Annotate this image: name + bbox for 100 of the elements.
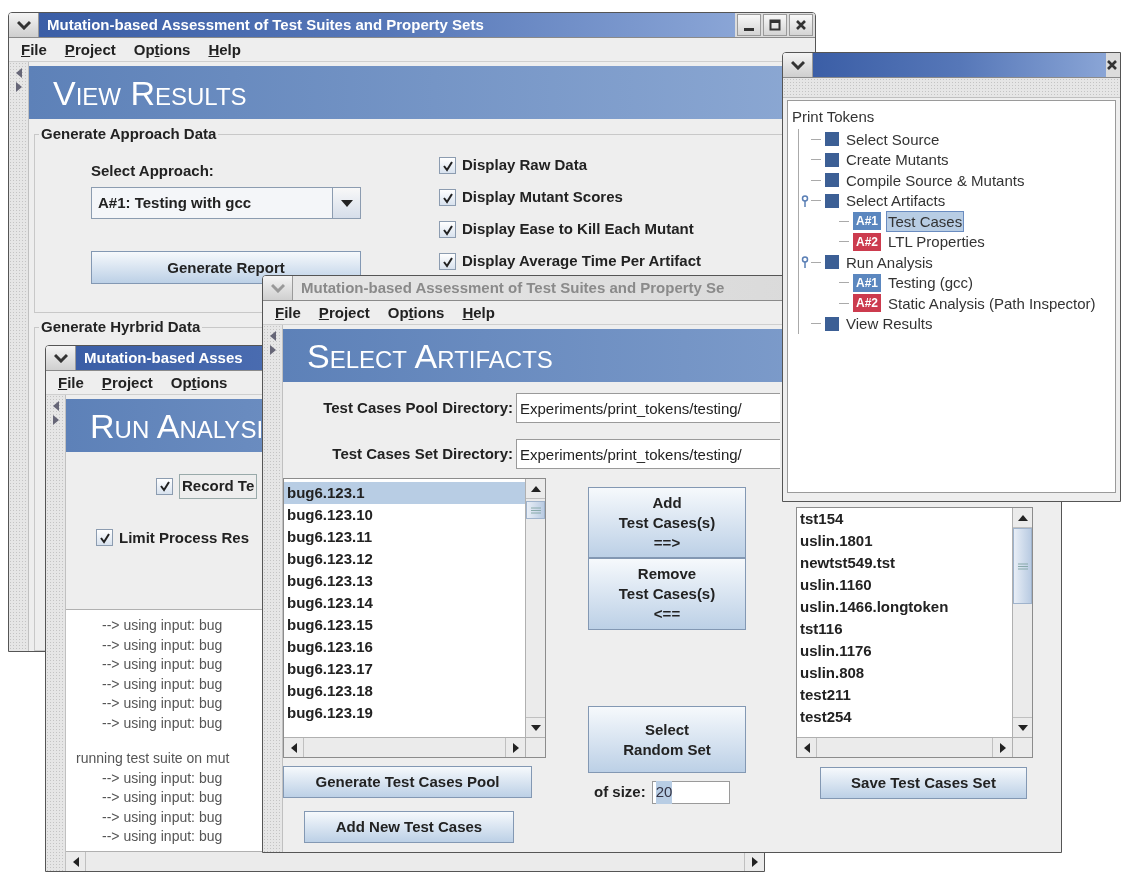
tree-item[interactable]: View Results: [844, 313, 935, 335]
collapse-arrow-icon[interactable]: [269, 331, 276, 341]
add-button[interactable]: Add Test Cases(s) ==>: [588, 487, 746, 558]
approach-badge: A#2: [853, 232, 881, 251]
tree-item[interactable]: Compile Source & Mutants: [844, 169, 1027, 191]
menu-item[interactable]: File: [275, 305, 301, 320]
list-item[interactable]: test211: [797, 684, 1012, 706]
save-set-button[interactable]: Save Test Cases Set: [820, 767, 1027, 799]
scroll-up-icon[interactable]: [1017, 514, 1028, 521]
expand-handle-icon[interactable]: [801, 194, 809, 207]
list-item[interactable]: test254: [797, 706, 1012, 728]
tree-item[interactable]: Create Mutants: [844, 149, 951, 171]
vertical-scrollbar[interactable]: [1012, 508, 1032, 737]
expand-arrow-icon[interactable]: [52, 415, 59, 425]
chevron-down-icon: [16, 20, 31, 30]
window-menu-button[interactable]: [46, 346, 76, 370]
expand-handle-icon[interactable]: [801, 256, 809, 269]
horizontal-scrollbar[interactable]: [284, 737, 525, 757]
menu-item[interactable]: File: [58, 375, 84, 390]
menu-item[interactable]: Options: [133, 42, 191, 57]
checkbox[interactable]: [439, 157, 456, 174]
close-icon[interactable]: [1106, 59, 1118, 71]
list-item[interactable]: uslin.808: [797, 662, 1012, 684]
list-item[interactable]: bug6.123.11: [284, 526, 525, 548]
group-title: Generate Approach Data: [40, 124, 218, 144]
list-item[interactable]: bug6.123.1: [284, 482, 525, 504]
checkbox[interactable]: [439, 189, 456, 206]
scroll-left-icon[interactable]: [803, 742, 810, 753]
list-item[interactable]: bug6.123.13: [284, 570, 525, 592]
list-item[interactable]: bug6.123.10: [284, 504, 525, 526]
menu-item[interactable]: Options: [387, 305, 445, 320]
horizontal-scrollbar[interactable]: [797, 737, 1012, 757]
scroll-left-icon[interactable]: [290, 742, 297, 753]
close-button[interactable]: [789, 14, 813, 36]
directory-field[interactable]: Experiments/print_tokens/testing/: [516, 393, 780, 423]
scroll-right-icon[interactable]: [999, 742, 1006, 753]
list-item[interactable]: bug6.123.16: [284, 636, 525, 658]
checkbox[interactable]: [439, 253, 456, 270]
list-item[interactable]: bug6.123.18: [284, 680, 525, 702]
checkbox[interactable]: [439, 221, 456, 238]
scroll-down-icon[interactable]: [530, 724, 541, 731]
menu-item[interactable]: Project: [318, 305, 370, 320]
menu-item[interactable]: Project: [64, 42, 116, 57]
checkbox[interactable]: [156, 477, 173, 495]
field-label: of size:: [594, 782, 646, 803]
expand-arrow-icon[interactable]: [15, 82, 22, 92]
scroll-right-icon[interactable]: [751, 856, 758, 867]
list-item[interactable]: bug6.123.14: [284, 592, 525, 614]
menu-item[interactable]: Help: [208, 42, 241, 57]
tree-item[interactable]: LTL Properties: [886, 231, 987, 253]
list-item[interactable]: newtst549.tst: [797, 552, 1012, 574]
list-item[interactable]: bug6.123.19: [284, 702, 525, 724]
window-menu-button[interactable]: [783, 53, 813, 77]
approach-dropdown[interactable]: A#1: Testing with gcc: [91, 187, 361, 219]
list-item[interactable]: uslin.1176: [797, 640, 1012, 662]
collapse-arrow-icon[interactable]: [15, 68, 22, 78]
scroll-right-icon[interactable]: [512, 742, 519, 753]
checkbox-label: Display Ease to Kill Each Mutant: [462, 219, 694, 240]
tree-root[interactable]: Print Tokens: [792, 108, 875, 125]
checkbox[interactable]: [96, 529, 113, 547]
checkbox-label: Display Average Time Per Artifact: [462, 251, 701, 272]
add-new-button[interactable]: Add New Test Cases: [304, 811, 514, 843]
minimize-button[interactable]: [737, 14, 761, 36]
tree-item[interactable]: Test Cases: [886, 210, 965, 232]
tree-item[interactable]: Select Artifacts: [844, 190, 948, 212]
square-icon: [825, 152, 839, 167]
list-item[interactable]: tst154: [797, 508, 1012, 530]
chevron-down-icon: [790, 60, 805, 70]
expand-arrow-icon[interactable]: [269, 345, 276, 355]
list-item[interactable]: bug6.123.12: [284, 548, 525, 570]
generate-pool-button[interactable]: Generate Test Cases Pool: [283, 766, 532, 798]
minimize-icon: [744, 27, 754, 31]
menu-item[interactable]: Help: [462, 305, 495, 320]
list-item[interactable]: uslin.1466.longtoken: [797, 596, 1012, 618]
list-item[interactable]: tst116: [797, 618, 1012, 640]
list-item[interactable]: bug6.123.17: [284, 658, 525, 680]
size-field[interactable]: 20: [651, 781, 730, 804]
maximize-button[interactable]: [763, 14, 787, 36]
menu-item[interactable]: Options: [170, 375, 228, 390]
random-set-button[interactable]: Select Random Set: [588, 706, 746, 773]
collapse-arrow-icon[interactable]: [52, 401, 59, 411]
window-menu-button[interactable]: [9, 13, 39, 37]
tree-item[interactable]: Static Analysis (Path Inspector): [886, 292, 1098, 314]
field-label: Test Cases Pool Directory:: [322, 397, 513, 418]
directory-field[interactable]: Experiments/print_tokens/testing/: [516, 439, 780, 469]
remove-button[interactable]: Remove Test Cases(s) <==: [588, 558, 746, 630]
tree-item[interactable]: Testing (gcc): [886, 272, 976, 294]
tree-item[interactable]: Select Source: [844, 128, 942, 150]
list-item[interactable]: bug6.123.15: [284, 614, 525, 636]
checkbox-label: Display Mutant Scores: [462, 187, 623, 208]
scroll-left-icon[interactable]: [72, 856, 79, 867]
scroll-down-icon[interactable]: [1017, 724, 1028, 731]
square-icon: [825, 132, 839, 147]
list-item[interactable]: uslin.1160: [797, 574, 1012, 596]
menu-item[interactable]: Project: [101, 375, 153, 390]
scroll-up-icon[interactable]: [530, 485, 541, 492]
menu-item[interactable]: File: [21, 42, 47, 57]
list-item[interactable]: uslin.1801: [797, 530, 1012, 552]
tree-item[interactable]: Run Analysis: [844, 251, 935, 273]
vertical-scrollbar[interactable]: [525, 479, 545, 737]
